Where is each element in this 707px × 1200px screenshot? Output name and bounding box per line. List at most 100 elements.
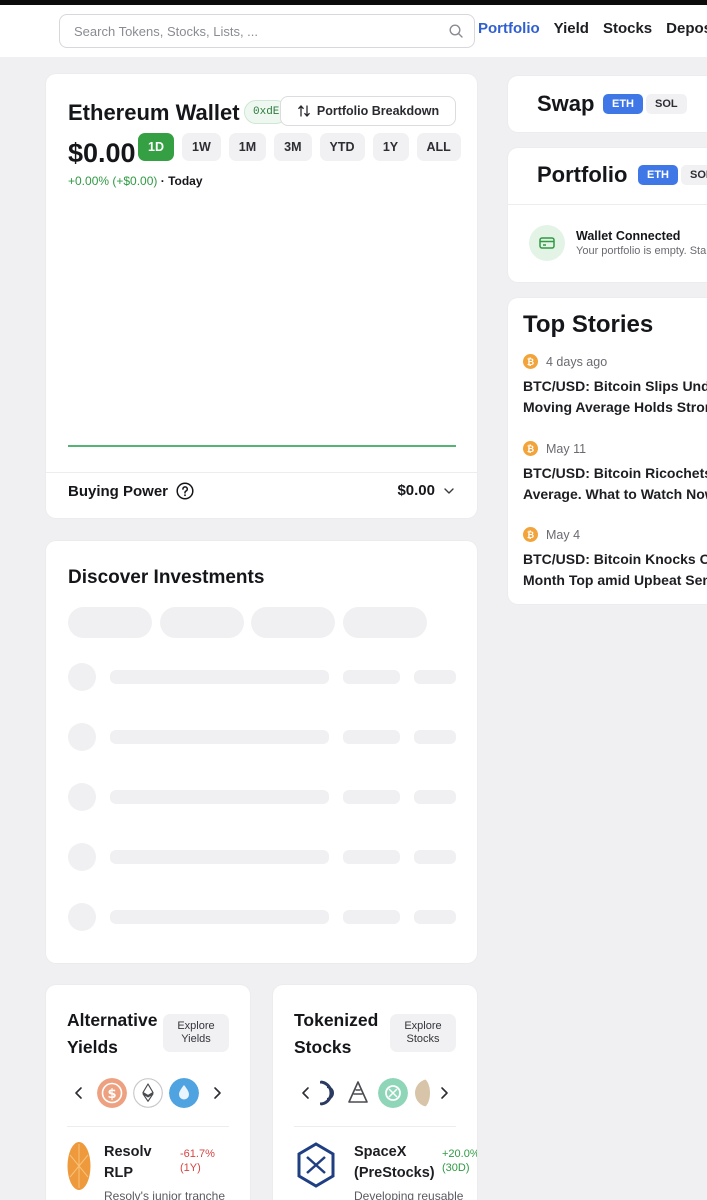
skeleton-filter-pill [160,607,244,638]
portfolio-chip-eth[interactable]: ETH [638,165,678,185]
balance-change-value: +0.00% (+$0.00) [68,174,158,188]
svg-text:₿: ₿ [527,444,534,455]
story-meta: ₿ May 4 [523,527,580,542]
story-time: 4 days ago [546,354,608,369]
skeleton-row-value [343,670,400,684]
usd-coin-icon[interactable]: $ [97,1078,127,1108]
story-title-line1: BTC/USD: Bitcoin Ricochets O [523,465,707,481]
wallet-icon [539,237,555,249]
search-box[interactable] [59,14,475,48]
discover-title: Discover Investments [68,567,265,588]
yield-item-name[interactable]: Resolv RLP [104,1142,152,1184]
stock-logo-icon[interactable] [414,1078,430,1108]
explore-stocks-label-1: Explore [404,1020,442,1032]
tokenized-stocks-title: Tokenized Stocks [294,1007,378,1061]
tokenized-stocks-title-line2: Stocks [294,1037,352,1057]
yields-carousel: $ [67,1078,229,1108]
stock-item-pct: +20.0% [442,1148,477,1160]
wallet-title: Ethereum Wallet [68,100,240,125]
yield-item-description: Resolv's junior tranche [104,1189,226,1200]
search-icon[interactable] [448,23,464,39]
stock-logo-icon[interactable] [316,1078,338,1108]
yield-item-name-line2: RLP [104,1165,133,1181]
skeleton-row-text [110,790,329,804]
balance-chart-line [68,445,456,447]
explore-stocks-button[interactable]: Explore Stocks [390,1014,456,1052]
explore-stocks-label-2: Stocks [406,1033,440,1045]
chevron-right-icon[interactable] [436,1085,452,1101]
skeleton-row-text [110,910,329,924]
openai-stock-icon[interactable] [378,1078,408,1108]
alternative-yields-title: Alternative Yields [67,1007,157,1061]
yield-item-pct: -61.7% [180,1148,215,1160]
anthropic-stock-icon[interactable] [343,1078,373,1108]
resolv-logo-icon[interactable] [67,1141,91,1191]
wallet-card: Ethereum Wallet 0xdE1 Portfolio Breakdow… [46,74,477,518]
spacex-logo-icon[interactable] [296,1142,336,1188]
nav-portfolio[interactable]: Portfolio [478,20,540,37]
portfolio-chip-sol[interactable]: SOL [681,165,707,185]
wallet-connected-title: Wallet Connected [576,229,681,243]
skeleton-row-change [414,910,456,924]
skeleton-row-change [414,730,456,744]
skeleton-row-text [110,730,329,744]
wallet-status-badge [529,225,565,261]
drop-token-icon[interactable] [169,1078,199,1108]
portfolio-breakdown-label: Portfolio Breakdown [316,104,440,118]
discover-investments-card: Discover Investments [46,541,477,963]
bitcoin-icon: ₿ [523,527,538,542]
swap-chip-eth[interactable]: ETH [603,94,643,114]
divider [46,472,477,473]
alternative-yields-card: Alternative Yields Explore Yields $ Reso… [46,985,250,1200]
yield-item-name-line1: Resolv [104,1144,152,1160]
story-link[interactable]: BTC/USD: Bitcoin Ricochets O Average. Wh… [523,463,707,505]
swap-card: Swap ETH SOL [508,76,707,132]
balance-change-period: · Today [160,174,203,188]
range-3m[interactable]: 3M [274,133,312,161]
range-1w[interactable]: 1W [182,133,221,161]
story-link[interactable]: BTC/USD: Bitcoin Slips Under Moving Aver… [523,376,707,418]
chevron-right-icon[interactable] [209,1085,225,1101]
skeleton-row-change [414,850,456,864]
stock-item-name[interactable]: SpaceX (PreStocks) [354,1142,435,1184]
yield-item-change: -61.7% (1Y) [180,1147,215,1175]
story-title-line1: BTC/USD: Bitcoin Knocks Out [523,551,707,567]
range-all[interactable]: ALL [416,133,461,161]
stock-item-period: (30D) [442,1162,470,1174]
nav-yield[interactable]: Yield [554,20,589,37]
chevron-left-icon[interactable] [298,1085,314,1101]
alternative-yields-title-line2: Yields [67,1037,118,1057]
skeleton-row-value [343,790,400,804]
range-1m[interactable]: 1M [228,133,267,161]
portfolio-breakdown-button[interactable]: Portfolio Breakdown [280,96,456,126]
buying-power-row[interactable]: Buying Power [68,482,194,500]
portfolio-title: Portfolio [537,162,628,187]
story-title-line2: Average. What to Watch Now. [523,486,707,502]
buying-power-label: Buying Power [68,482,169,500]
skeleton-row-text [110,670,329,684]
nav-deposit[interactable]: Deposit [666,20,707,37]
story-link[interactable]: BTC/USD: Bitcoin Knocks Out Month Top am… [523,549,707,591]
divider [294,1126,456,1127]
range-1y[interactable]: 1Y [372,133,409,161]
main-nav: Portfolio Yield Stocks Deposit [478,20,707,37]
nav-stocks[interactable]: Stocks [603,20,652,37]
range-1d[interactable]: 1D [138,133,174,161]
chevron-left-icon[interactable] [71,1085,87,1101]
range-ytd[interactable]: YTD [319,133,365,161]
skeleton-row-change [414,790,456,804]
story-time: May 11 [546,441,587,456]
bitcoin-icon: ₿ [523,441,538,456]
help-circle-icon[interactable] [176,482,194,500]
story-title-line2: Moving Average Holds Strong [523,399,707,415]
swap-chip-sol[interactable]: SOL [646,94,687,114]
explore-yields-button[interactable]: Explore Yields [163,1014,229,1052]
story-title-line1: BTC/USD: Bitcoin Slips Under [523,378,707,394]
story-meta: ₿ May 11 [523,441,586,456]
skeleton-row-icon [68,843,96,871]
ethereum-coin-icon[interactable] [133,1078,163,1108]
skeleton-row-icon [68,903,96,931]
story-meta: ₿ 4 days ago [523,354,607,369]
search-input[interactable] [74,15,434,47]
buying-power-value-row[interactable]: $0.00 [397,482,455,499]
